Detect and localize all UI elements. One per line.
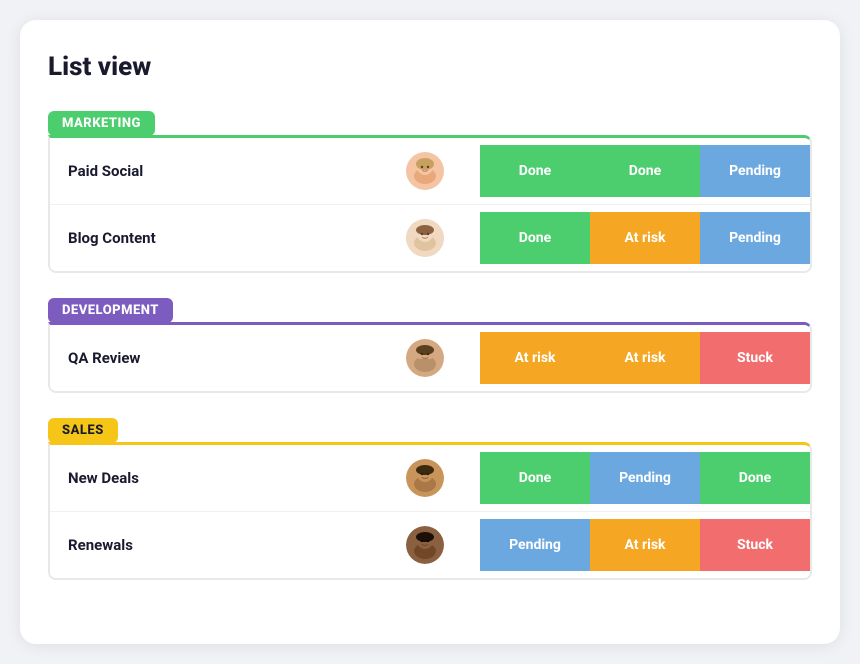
status-badge[interactable]: Pending [590, 452, 700, 504]
row-label: Blog Content [50, 205, 480, 271]
group-body-development: QA Review At riskAt riskStuck [48, 322, 812, 393]
row-label-text: QA Review [68, 349, 140, 367]
group-marketing: MARKETINGPaid Social DoneDonePendingBlog… [48, 110, 812, 273]
table-row: Blog Content DoneAt riskPending [50, 205, 810, 271]
avatar [406, 526, 444, 564]
avatar [406, 219, 444, 257]
group-body-marketing: Paid Social DoneDonePendingBlog Content … [48, 135, 812, 273]
status-badge[interactable]: Pending [480, 519, 590, 571]
row-label-text: Paid Social [68, 162, 143, 180]
group-development: DEVELOPMENTQA Review At riskAt riskStuck [48, 297, 812, 393]
table-row: Paid Social DoneDonePending [50, 138, 810, 205]
status-badge[interactable]: At risk [590, 212, 700, 264]
group-header-sales: SALES [48, 418, 118, 443]
status-cells: DoneDonePending [480, 145, 810, 197]
row-label: Renewals [50, 512, 480, 578]
table-row: QA Review At riskAt riskStuck [50, 325, 810, 391]
status-badge[interactable]: Stuck [700, 519, 810, 571]
status-cells: At riskAt riskStuck [480, 332, 810, 384]
avatar [406, 459, 444, 497]
row-label-text: New Deals [68, 469, 139, 487]
status-badge[interactable]: Pending [700, 145, 810, 197]
avatar [406, 152, 444, 190]
row-label: Paid Social [50, 138, 480, 204]
row-label: New Deals [50, 445, 480, 511]
status-cells: DoneAt riskPending [480, 212, 810, 264]
status-cells: DonePendingDone [480, 452, 810, 504]
status-badge[interactable]: Done [480, 212, 590, 264]
status-badge[interactable]: Pending [700, 212, 810, 264]
group-body-sales: New Deals DonePendingDoneRenewals Pendin… [48, 442, 812, 580]
row-label-text: Blog Content [68, 229, 156, 247]
status-cells: PendingAt riskStuck [480, 519, 810, 571]
status-badge[interactable]: Done [700, 452, 810, 504]
status-badge[interactable]: At risk [590, 332, 700, 384]
groups-container: MARKETINGPaid Social DoneDonePendingBlog… [48, 110, 812, 580]
group-header-marketing: MARKETING [48, 111, 155, 136]
status-badge[interactable]: Stuck [700, 332, 810, 384]
status-badge[interactable]: At risk [480, 332, 590, 384]
table-row: New Deals DonePendingDone [50, 445, 810, 512]
group-sales: SALESNew Deals DonePendingDoneRenewals P… [48, 417, 812, 580]
status-badge[interactable]: Done [480, 452, 590, 504]
page-title: List view [48, 52, 812, 82]
status-badge[interactable]: Done [480, 145, 590, 197]
table-row: Renewals PendingAt riskStuck [50, 512, 810, 578]
main-card: List view MARKETINGPaid Social DoneDoneP… [20, 20, 840, 644]
status-badge[interactable]: At risk [590, 519, 700, 571]
status-badge[interactable]: Done [590, 145, 700, 197]
avatar [406, 339, 444, 377]
row-label: QA Review [50, 325, 480, 391]
group-header-development: DEVELOPMENT [48, 298, 173, 323]
row-label-text: Renewals [68, 536, 133, 554]
